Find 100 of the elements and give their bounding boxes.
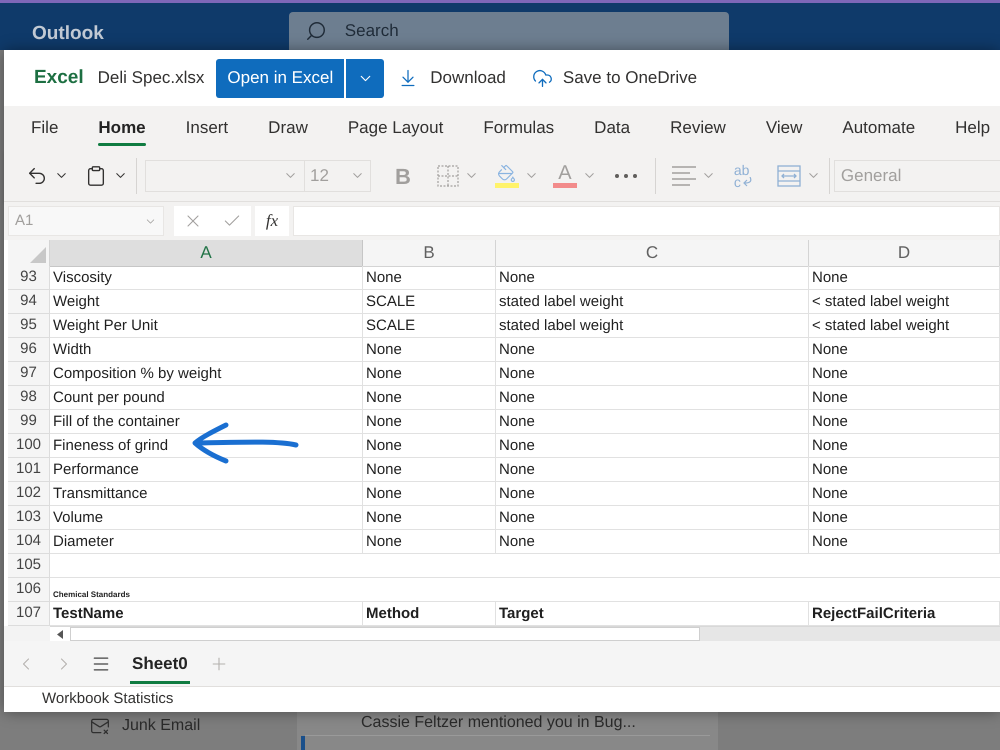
table-cell: None bbox=[496, 530, 809, 554]
row-number: 94 bbox=[8, 290, 50, 314]
table-cell: None bbox=[809, 506, 1000, 530]
table-cell: Diameter bbox=[50, 530, 363, 554]
row-number: 105 bbox=[8, 554, 50, 578]
search-field[interactable]: Search bbox=[288, 12, 729, 50]
fill-color-icon bbox=[494, 164, 519, 188]
table-cell: None bbox=[363, 458, 496, 482]
row-number: 106 bbox=[8, 578, 50, 602]
app-name: Excel bbox=[34, 66, 84, 90]
cloud-upload-icon bbox=[532, 68, 553, 88]
file-name: Deli Spec.xlsx bbox=[98, 67, 204, 90]
table-cell: None bbox=[363, 482, 496, 506]
borders-icon bbox=[436, 164, 459, 186]
open-in-excel-button[interactable]: Open in Excel bbox=[216, 58, 344, 98]
ribbon-tab[interactable]: Home bbox=[98, 106, 146, 150]
color-swatch-icon bbox=[552, 183, 577, 188]
junk-mail-icon bbox=[90, 716, 110, 736]
ribbon-tab[interactable]: Page Layout bbox=[348, 106, 444, 150]
table-cell: Transmittance bbox=[50, 482, 363, 506]
table-cell: None bbox=[496, 338, 809, 362]
scrollbar[interactable] bbox=[50, 626, 1000, 641]
table-cell: SCALE bbox=[363, 314, 496, 338]
column-header[interactable]: A bbox=[50, 240, 363, 266]
row-number: 103 bbox=[8, 506, 50, 530]
message-preview: Cassie Feltzer mentioned you in Bug... bbox=[360, 713, 637, 732]
table-cell: SCALE bbox=[363, 290, 496, 314]
table-cell: Fineness of grind bbox=[50, 434, 363, 458]
row-number: 101 bbox=[8, 458, 50, 482]
ribbon-tab[interactable]: Data bbox=[594, 106, 630, 150]
table-cell: stated label weight bbox=[496, 314, 809, 338]
select-all-corner[interactable] bbox=[8, 240, 50, 266]
table-cell: Fill of the container bbox=[50, 410, 363, 434]
ribbon-tab[interactable]: View bbox=[766, 106, 802, 150]
return-arrow-icon bbox=[740, 176, 753, 186]
insert-function-button[interactable]: fx bbox=[255, 206, 289, 236]
table-cell: None bbox=[496, 434, 809, 458]
ribbon-tab[interactable]: Review bbox=[670, 106, 726, 150]
ribbon-tab[interactable]: File bbox=[31, 106, 58, 150]
row-number: 99 bbox=[8, 410, 50, 434]
table-cell: None bbox=[496, 362, 809, 386]
table-cell: None bbox=[809, 482, 1000, 506]
table-cell: Performance bbox=[50, 458, 363, 482]
table-cell: None bbox=[363, 434, 496, 458]
table-cell: None bbox=[496, 482, 809, 506]
table-cell: None bbox=[809, 362, 1000, 386]
table-cell: None bbox=[363, 266, 496, 290]
table-cell: < stated label weight bbox=[809, 290, 1000, 314]
table-cell: None bbox=[363, 410, 496, 434]
row-number: 100 bbox=[8, 434, 50, 458]
table-cell: Viscosity bbox=[50, 266, 363, 290]
table-cell: None bbox=[363, 338, 496, 362]
table-cell: < stated label weight bbox=[809, 314, 1000, 338]
section-caption: Chemical Standards bbox=[53, 590, 130, 600]
table-cell: Volume bbox=[50, 506, 363, 530]
row-number: 104 bbox=[8, 530, 50, 554]
clipboard-icon bbox=[85, 164, 107, 186]
corner-triangle-icon bbox=[30, 246, 46, 262]
column-header[interactable]: B bbox=[363, 240, 496, 266]
table-cell: None bbox=[363, 506, 496, 530]
table-cell: None bbox=[809, 410, 1000, 434]
more-icon bbox=[614, 174, 637, 178]
app-name: Outlook bbox=[32, 22, 104, 46]
row-number: 97 bbox=[8, 362, 50, 386]
table-cell: None bbox=[809, 458, 1000, 482]
table-cell: None bbox=[809, 434, 1000, 458]
table-cell: None bbox=[809, 338, 1000, 362]
status-bar-item[interactable]: Workbook Statistics bbox=[42, 688, 174, 711]
ribbon-tab[interactable]: Draw bbox=[268, 106, 308, 150]
table-cell: None bbox=[496, 386, 809, 410]
scrollbar-thumb[interactable] bbox=[70, 627, 700, 641]
table-cell: stated label weight bbox=[496, 290, 809, 314]
table-cell: None bbox=[496, 506, 809, 530]
ribbon-tab[interactable]: Help bbox=[955, 106, 990, 150]
formula-input[interactable] bbox=[293, 206, 1000, 236]
sheet-tab[interactable]: Sheet0 bbox=[130, 641, 190, 686]
row-number: 96 bbox=[8, 338, 50, 362]
row-number: 93 bbox=[8, 266, 50, 290]
ribbon-tab[interactable]: Automate bbox=[842, 106, 916, 150]
table-cell: Weight bbox=[50, 290, 363, 314]
column-header[interactable]: D bbox=[809, 240, 1000, 266]
download-button[interactable]: Download bbox=[398, 58, 506, 98]
column-header[interactable]: C bbox=[496, 240, 809, 266]
table-cell: None bbox=[363, 530, 496, 554]
search-icon bbox=[304, 20, 327, 42]
table-cell: None bbox=[363, 362, 496, 386]
table-cell: Composition % by weight bbox=[50, 362, 363, 386]
table-cell: Count per pound bbox=[50, 386, 363, 410]
table-cell: None bbox=[809, 530, 1000, 554]
message-card[interactable]: Cassie Feltzer mentioned you in Bug... bbox=[297, 712, 718, 750]
scroll-left-icon[interactable] bbox=[57, 630, 63, 638]
merge-cells-icon bbox=[776, 164, 801, 186]
ribbon-tab[interactable]: Insert bbox=[186, 106, 228, 150]
table-cell: None bbox=[809, 266, 1000, 290]
table-cell: Weight Per Unit bbox=[50, 314, 363, 338]
save-to-cloud-button[interactable]: Save to OneDrive bbox=[532, 58, 698, 98]
ribbon-tab[interactable]: Formulas bbox=[483, 106, 554, 150]
align-left-icon bbox=[672, 166, 696, 186]
row-number: 95 bbox=[8, 314, 50, 338]
open-options-button[interactable] bbox=[346, 58, 384, 98]
